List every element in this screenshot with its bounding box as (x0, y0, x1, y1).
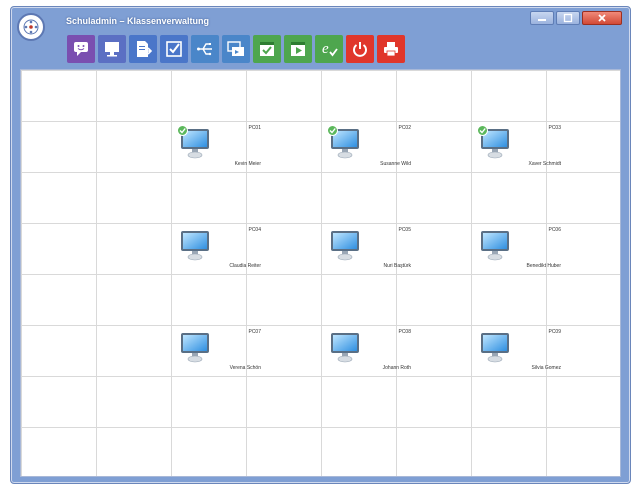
maximize-button[interactable] (556, 11, 580, 25)
pc-user-label: Nuri Baştürk (383, 263, 411, 269)
close-icon (598, 14, 606, 22)
app-logo-icon (17, 13, 45, 41)
pc-id-label: PC09 (548, 329, 561, 335)
checkbox-icon (166, 41, 182, 57)
usb-button[interactable] (191, 35, 219, 63)
pc-user-label: Xaver Schmidt (528, 161, 561, 167)
computer-icon (181, 231, 209, 261)
pc-workstation-pc01[interactable]: PC01 Kevin Meier (173, 123, 265, 171)
pc-id-label: PC08 (398, 329, 411, 335)
monitor-button[interactable] (98, 35, 126, 63)
pc-id-label: PC04 (248, 227, 261, 233)
print-button[interactable] (377, 35, 405, 63)
pc-id-label: PC02 (398, 125, 411, 131)
exam-mode-button[interactable]: e (315, 35, 343, 63)
toolbar: e (67, 35, 405, 63)
pc-user-label: Benedikt Huber (526, 263, 561, 269)
computer-icon (181, 333, 209, 363)
main-window: Schuladmin – Klassenverwaltung e PC01 Ke… (10, 6, 631, 484)
computer-icon (481, 231, 509, 261)
exam-check-icon (260, 42, 274, 56)
presentation-play-button[interactable] (284, 35, 312, 63)
send-document-icon (137, 41, 153, 57)
pc-user-label: Susanne Wild (380, 161, 411, 167)
svg-text:e: e (322, 41, 329, 57)
usb-icon (197, 43, 212, 56)
online-check-icon (177, 125, 188, 136)
title-bar: Schuladmin – Klassenverwaltung (11, 7, 630, 41)
pc-workstation-pc03[interactable]: PC03 Xaver Schmidt (473, 123, 565, 171)
pc-user-label: Kevin Meier (234, 161, 261, 167)
pc-user-label: Johann Roth (382, 365, 411, 371)
pc-id-label: PC07 (248, 329, 261, 335)
computer-icon (481, 333, 509, 363)
pc-workstation-pc05[interactable]: PC05 Nuri Baştürk (323, 225, 415, 273)
pc-workstation-pc06[interactable]: PC06 Benedikt Huber (473, 225, 565, 273)
send-document-button[interactable] (129, 35, 157, 63)
pc-user-label: Verena Schön (229, 365, 261, 371)
pc-workstation-pc04[interactable]: PC04 Claudia Reiter (173, 225, 265, 273)
maximize-icon (563, 13, 573, 23)
pc-workstation-pc08[interactable]: PC08 Johann Roth (323, 327, 415, 375)
printer-icon (384, 42, 398, 57)
pc-user-label: Silvia Gomez (531, 365, 561, 371)
pc-workstation-pc09[interactable]: PC09 Silvia Gomez (473, 327, 565, 375)
pc-id-label: PC05 (398, 227, 411, 233)
window-controls (530, 11, 622, 25)
minimize-button[interactable] (530, 11, 554, 25)
pc-id-label: PC01 (248, 125, 261, 131)
window-title: Schuladmin – Klassenverwaltung (66, 16, 210, 26)
pc-workstation-pc02[interactable]: PC02 Susanne Wild (323, 123, 415, 171)
presentation-play-icon (291, 42, 305, 56)
online-check-icon (477, 125, 488, 136)
pc-workstation-pc07[interactable]: PC07 Verena Schön (173, 327, 265, 375)
checkbox-button[interactable] (160, 35, 188, 63)
minimize-icon (538, 19, 546, 21)
close-button[interactable] (582, 11, 622, 25)
computer-icon (331, 333, 359, 363)
power-button[interactable] (346, 35, 374, 63)
computer-icon (331, 231, 359, 261)
pc-user-label: Claudia Reiter (229, 263, 261, 269)
monitor-icon (105, 42, 119, 57)
pc-id-label: PC06 (548, 227, 561, 233)
chat-button[interactable] (67, 35, 95, 63)
screen-share-icon (227, 41, 244, 56)
pc-id-label: PC03 (548, 125, 561, 131)
online-check-icon (327, 125, 338, 136)
classroom-grid: PC01 Kevin Meier PC02 Susanne Wild PC03 … (20, 69, 621, 477)
power-icon (353, 42, 367, 57)
chat-icon (74, 42, 88, 56)
screen-share-button[interactable] (222, 35, 250, 63)
exam-check-button[interactable] (253, 35, 281, 63)
exam-mode-icon: e (322, 41, 338, 57)
